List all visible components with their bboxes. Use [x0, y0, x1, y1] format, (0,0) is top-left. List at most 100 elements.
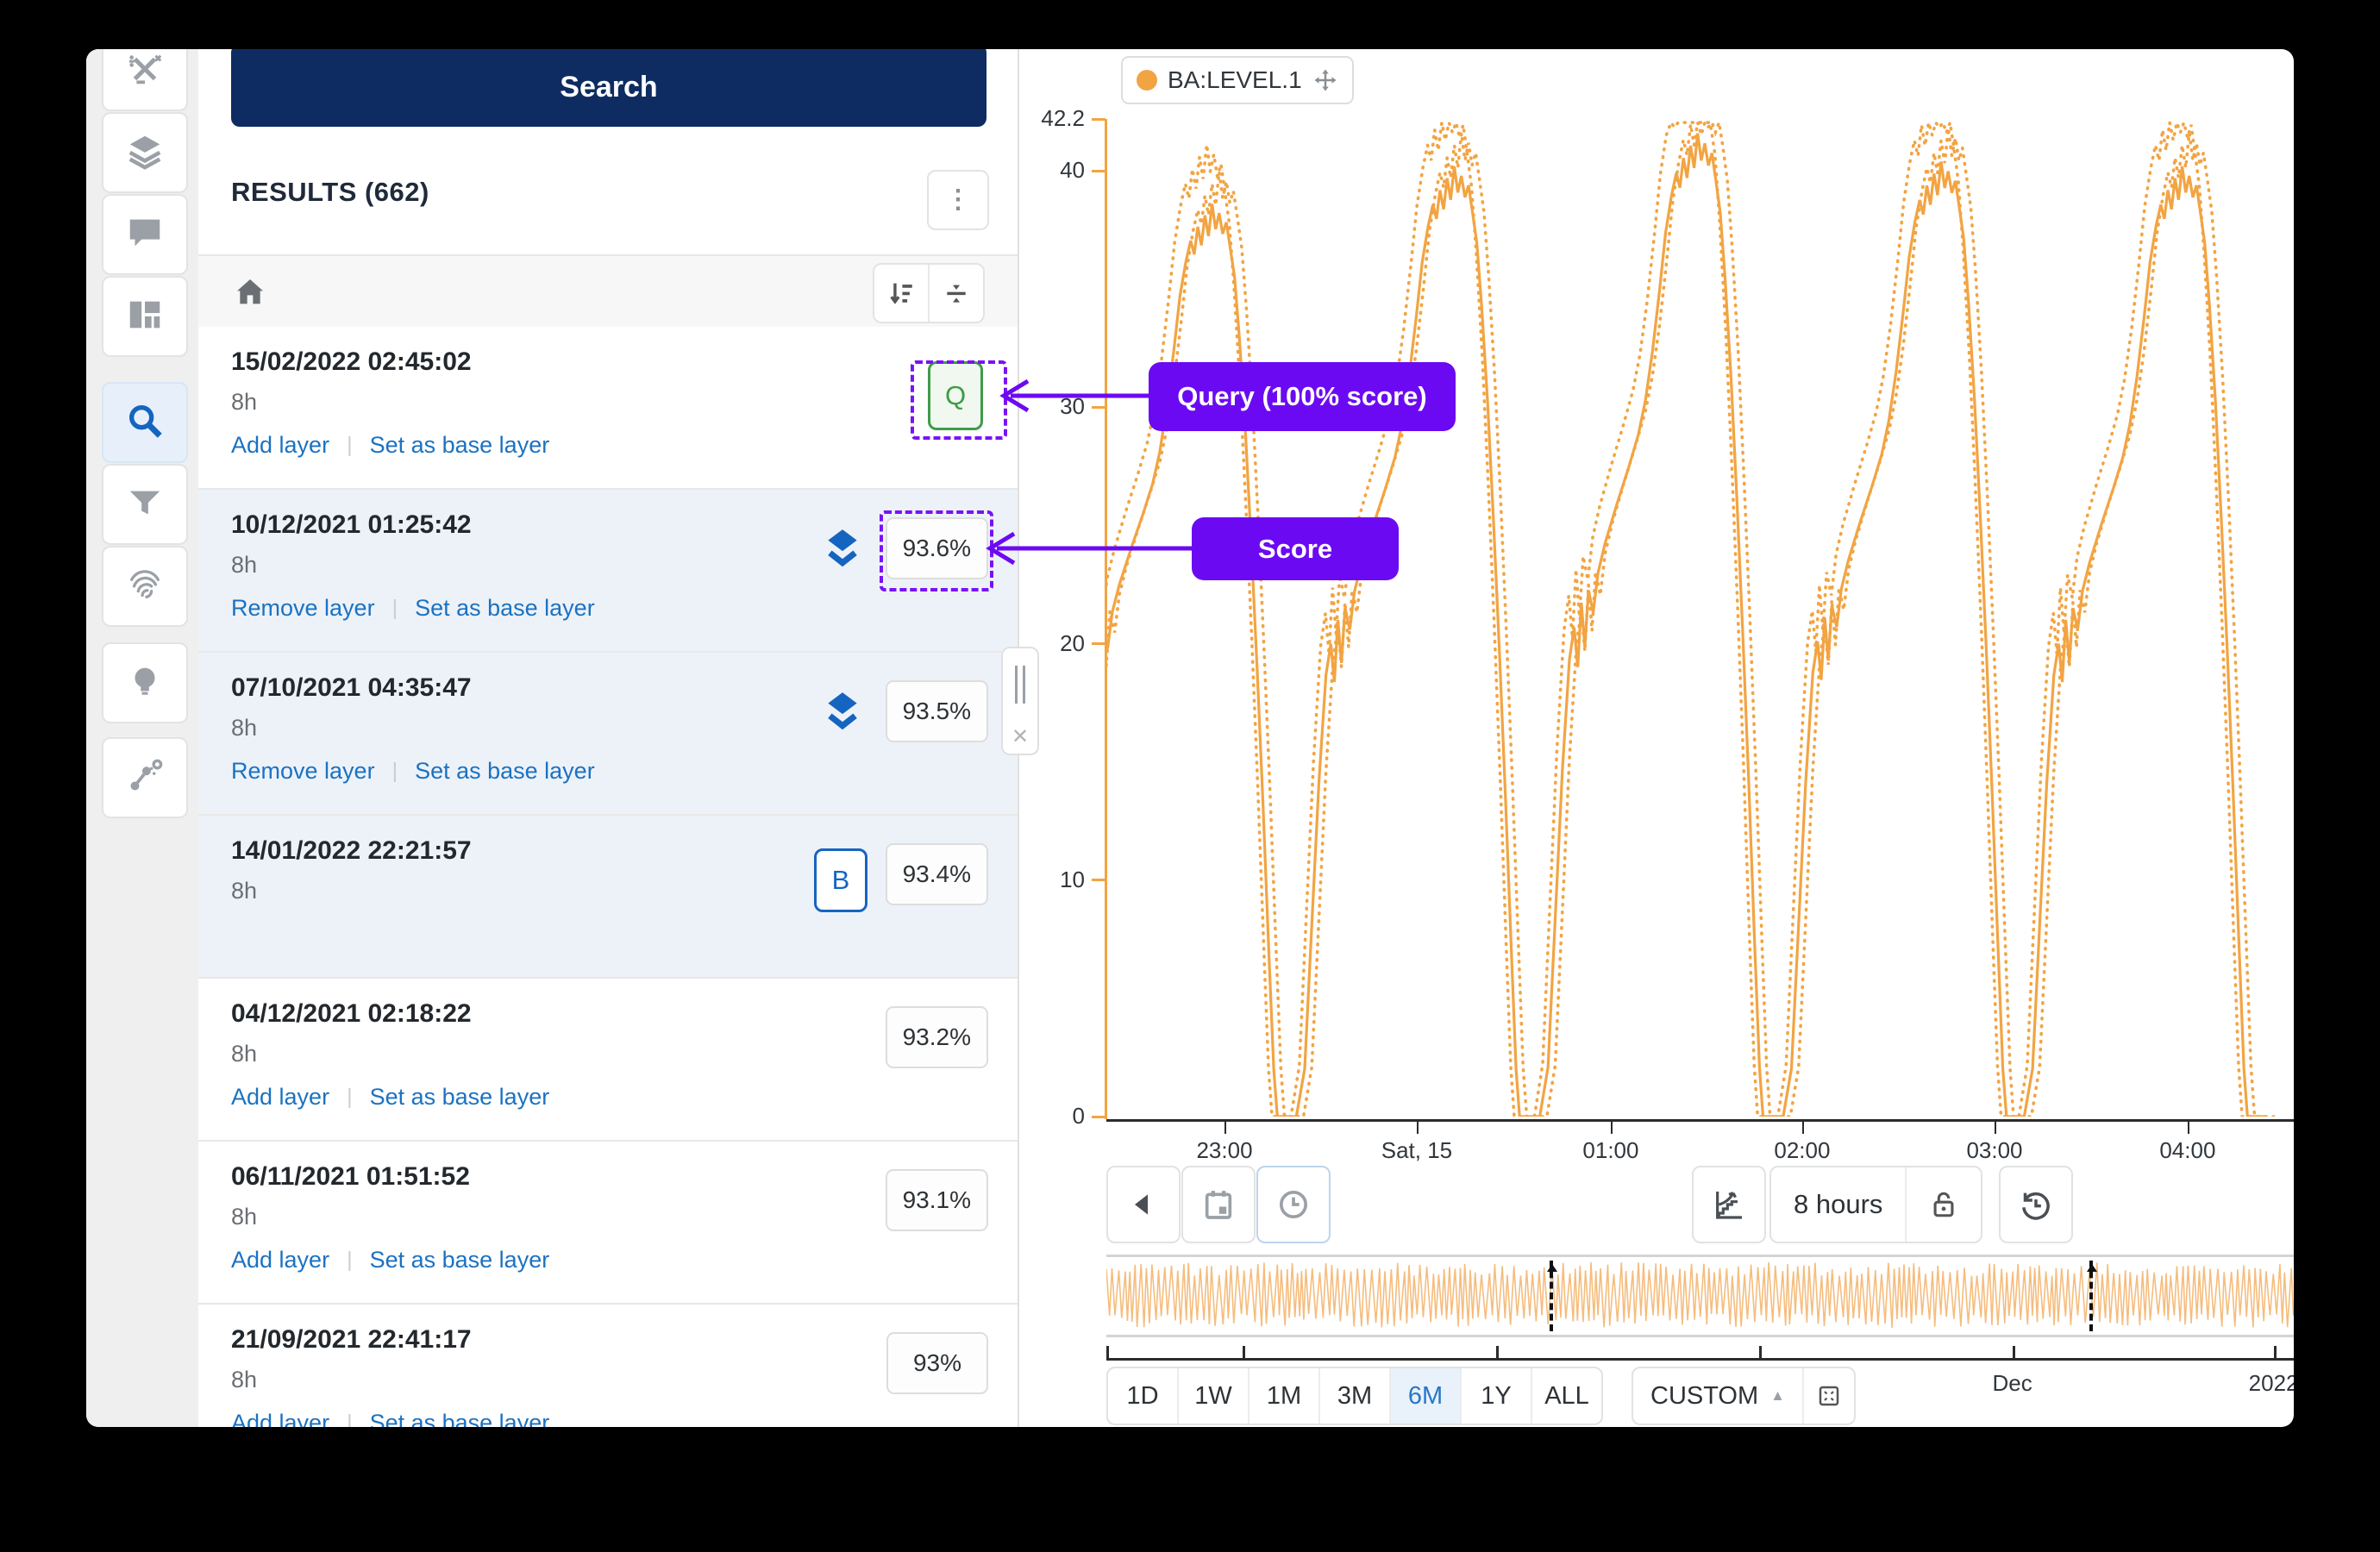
- link-separator: |: [347, 433, 353, 458]
- score-badge: 93%: [886, 1332, 988, 1394]
- result-duration: 8h: [231, 1367, 257, 1393]
- duration-lock-button[interactable]: [1905, 1167, 1981, 1242]
- result-link[interactable]: Set as base layer: [370, 1247, 550, 1274]
- result-duration: 8h: [231, 715, 257, 742]
- score-callout: Score: [1192, 517, 1399, 580]
- series-overview-strip[interactable]: [1106, 1255, 2294, 1337]
- result-date: 15/02/2022 02:45:02: [231, 347, 472, 377]
- result-duration: 8h: [231, 878, 257, 904]
- search-icon: [125, 401, 165, 445]
- base-layer-badge: B: [814, 848, 867, 912]
- timeline-tick: [2013, 1346, 2015, 1358]
- time-settings-button[interactable]: [1256, 1166, 1331, 1243]
- timeline-tick: [2274, 1346, 2277, 1358]
- result-row[interactable]: 04/12/2021 02:18:22 8h Add layer | Set a…: [198, 979, 1018, 1142]
- move-icon[interactable]: [1312, 67, 1338, 93]
- overview-marker[interactable]: [2089, 1261, 2093, 1331]
- result-link[interactable]: Add layer: [231, 1084, 329, 1111]
- query-callout: Query (100% score): [1149, 362, 1456, 431]
- result-link[interactable]: Add layer: [231, 1247, 329, 1274]
- y-tick: [1092, 642, 1105, 645]
- series-legend-label: BA:LEVEL.1: [1168, 66, 1302, 94]
- pan-left-button[interactable]: [1106, 1166, 1181, 1243]
- result-actions: Add layer | Set as base layer: [231, 432, 549, 459]
- legend-chip[interactable]: BA:LEVEL.1: [1121, 56, 1354, 104]
- y-tick-label: 20: [1007, 630, 1085, 657]
- sort-descending-button[interactable]: [874, 265, 928, 322]
- sidebar-item-lightbulb[interactable]: [102, 642, 188, 723]
- result-row[interactable]: 21/09/2021 22:41:17 8h Add layer | Set a…: [198, 1305, 1018, 1427]
- overview-marker[interactable]: [1550, 1261, 1553, 1331]
- sidebar-item-dashboard[interactable]: [102, 276, 188, 357]
- result-row[interactable]: 15/02/2022 02:45:02 8h Add layer | Set a…: [198, 327, 1018, 490]
- result-actions: Add layer | Set as base layer: [231, 1247, 549, 1274]
- score-badge: 93.1%: [886, 1169, 988, 1231]
- range-button-6m[interactable]: 6M: [1389, 1368, 1460, 1424]
- range-button-1w[interactable]: 1W: [1177, 1368, 1248, 1424]
- sidebar-item-fingerprint[interactable]: [102, 546, 188, 627]
- y-tick: [1092, 118, 1105, 121]
- result-link[interactable]: Set as base layer: [370, 1410, 550, 1427]
- result-link[interactable]: Add layer: [231, 1410, 329, 1427]
- range-button-1m[interactable]: 1M: [1248, 1368, 1318, 1424]
- range-button-1y[interactable]: 1Y: [1460, 1368, 1531, 1424]
- result-date: 04/12/2021 02:18:22: [231, 999, 472, 1029]
- y-tick-label: 30: [1007, 393, 1085, 420]
- chart-type-button[interactable]: [1692, 1166, 1766, 1243]
- x-tick: [1417, 1122, 1419, 1134]
- result-actions: Remove layer | Set as base layer: [231, 758, 595, 785]
- sidebar-item-formula[interactable]: [102, 49, 188, 111]
- result-row[interactable]: 07/10/2021 04:35:47 8h Remove layer | Se…: [198, 653, 1018, 816]
- range-button-3m[interactable]: 3M: [1318, 1368, 1389, 1424]
- history-icon: [2019, 1187, 2053, 1222]
- result-duration: 8h: [231, 389, 257, 416]
- score-badge: 93.2%: [886, 1006, 988, 1068]
- score-callout-label: Score: [1258, 534, 1332, 565]
- duration-value[interactable]: 8 hours: [1771, 1167, 1905, 1242]
- result-link[interactable]: Set as base layer: [415, 758, 595, 785]
- panel-drag-handle[interactable]: [1001, 647, 1039, 723]
- home-icon[interactable]: [233, 275, 267, 310]
- y-tick: [1092, 879, 1105, 881]
- result-row[interactable]: 14/01/2022 22:21:57 8hB93.4%: [198, 816, 1018, 979]
- sidebar-item-filter[interactable]: [102, 464, 188, 545]
- result-link[interactable]: Add layer: [231, 432, 329, 459]
- result-link[interactable]: Remove layer: [231, 758, 375, 785]
- result-link[interactable]: Set as base layer: [370, 432, 550, 459]
- layer-badge-icon: [821, 689, 864, 742]
- calendar-button[interactable]: [1181, 1166, 1256, 1243]
- timeline-tick: [1106, 1346, 1109, 1358]
- result-row[interactable]: 06/11/2021 01:51:52 8h Add layer | Set a…: [198, 1142, 1018, 1305]
- drag-handle-icon: [1015, 666, 1025, 704]
- result-date: 10/12/2021 01:25:42: [231, 510, 472, 540]
- y-tick-label: 0: [1007, 1103, 1085, 1130]
- search-button[interactable]: Search: [231, 49, 986, 127]
- sidebar-item-comment[interactable]: [102, 194, 188, 275]
- back-icon: [1126, 1187, 1161, 1222]
- result-link[interactable]: Set as base layer: [415, 595, 595, 622]
- range-button-all[interactable]: ALL: [1531, 1368, 1601, 1424]
- sidebar-item-search[interactable]: [102, 382, 188, 463]
- collapse-rows-button[interactable]: [928, 265, 983, 322]
- range-button-1d[interactable]: 1D: [1108, 1368, 1177, 1424]
- custom-range-button[interactable]: CUSTOM ▲: [1633, 1368, 1802, 1424]
- timeline-tick: [1243, 1346, 1245, 1358]
- panel-close-button[interactable]: ✕: [1001, 719, 1039, 755]
- timeline-month-label: Dec: [1993, 1370, 2032, 1397]
- trend-chart[interactable]: [1106, 119, 2294, 1117]
- result-link[interactable]: Set as base layer: [370, 1084, 550, 1111]
- fit-view-button[interactable]: [1802, 1368, 1854, 1424]
- x-tick-label: Sat, 15: [1381, 1137, 1452, 1164]
- x-tick-label: 23:00: [1196, 1137, 1252, 1164]
- history-button[interactable]: [1999, 1166, 2073, 1243]
- results-menu-button[interactable]: ⋮: [927, 170, 989, 230]
- result-date: 07/10/2021 04:35:47: [231, 673, 472, 703]
- ml-model-icon: [125, 756, 165, 800]
- y-tick-label: 42.2: [1007, 105, 1085, 132]
- score-badge: 93.5%: [886, 680, 988, 742]
- sidebar-item-layers[interactable]: [102, 112, 188, 193]
- sidebar-item-ml-model[interactable]: [102, 737, 188, 818]
- y-tick: [1092, 406, 1105, 409]
- result-link[interactable]: Remove layer: [231, 595, 375, 622]
- timeline-axis: [1106, 1358, 2294, 1361]
